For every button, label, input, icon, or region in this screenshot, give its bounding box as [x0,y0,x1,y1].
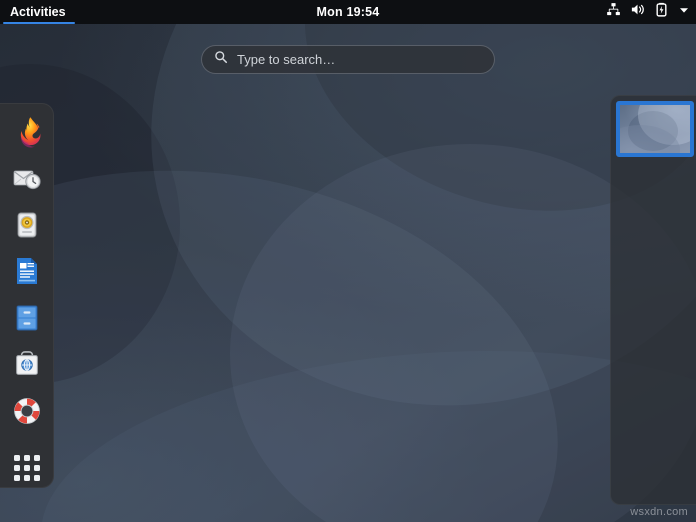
workspace-thumbnail-1[interactable] [616,101,694,157]
volume-icon[interactable] [630,2,645,22]
dock-item-help[interactable] [8,392,46,430]
software-bag-icon [15,351,38,376]
dock-item-rhythmbox[interactable] [8,206,46,244]
dock-item-writer[interactable] [8,253,46,291]
dock-item-evolution[interactable] [8,160,46,198]
firefox-icon [20,116,40,148]
desktop-wallpaper [0,24,696,522]
mail-clock-icon [13,170,41,190]
writer-document-icon [16,258,37,285]
chevron-down-icon[interactable] [678,3,690,21]
workspace-switcher [610,95,696,505]
watermark: wsxdn.com [630,506,688,518]
clock-button[interactable]: Mon 19:54 [0,0,696,24]
battery-charging-icon[interactable] [654,2,669,22]
lifebuoy-icon [13,397,40,424]
apps-grid-icon [13,455,40,482]
dash-dock [0,103,54,488]
show-applications-button[interactable] [8,449,46,487]
system-status-area[interactable] [606,0,690,24]
search-entry[interactable]: Type to search… [201,45,495,74]
dock-item-firefox[interactable] [8,113,46,151]
network-wired-icon[interactable] [606,2,621,22]
file-cabinet-icon [16,305,37,331]
search-icon [214,50,228,69]
top-bar: Activities Mon 19:54 [0,0,696,24]
music-player-icon [17,212,36,238]
dock-item-software[interactable] [8,346,46,384]
clock-label: Mon 19:54 [316,5,380,19]
search-input[interactable]: Type to search… [237,52,335,67]
workspace-preview [620,105,690,153]
dock-item-base[interactable] [8,299,46,337]
desktop-screen: Activities Mon 19:54 Type to search… wsx… [0,0,696,522]
